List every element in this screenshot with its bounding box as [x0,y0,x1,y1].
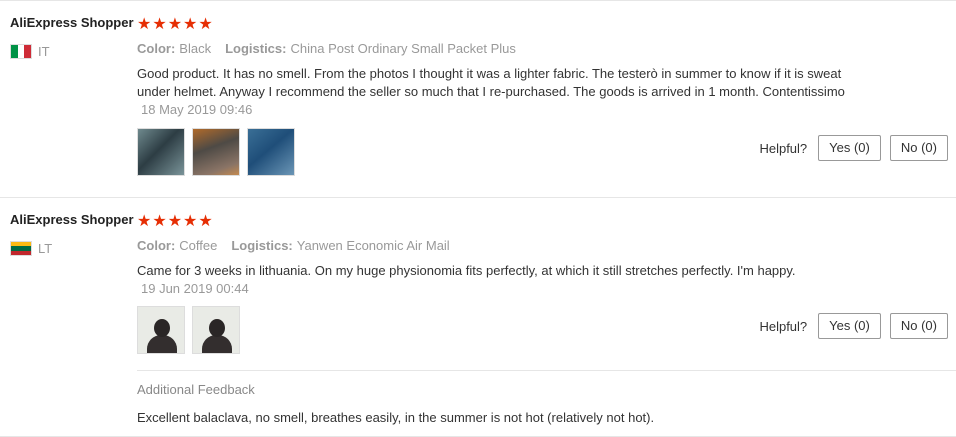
review-date: 19 Jun 2019 00:44 [141,281,249,296]
order-info: Color: Coffee Logistics: Yanwen Economic Ai… [137,238,450,253]
reviewer-country: IT [10,44,135,59]
additional-feedback-title: Additional Feedback [137,382,255,397]
helpful-vote: Helpful? Yes (0) No (0) [759,313,948,339]
star-rating: ★★★★★ [137,213,214,230]
review-date: 18 May 2019 09:46 [141,102,253,117]
review-photo-thumbnail[interactable] [137,128,185,176]
helpful-no-button[interactable]: No (0) [889,313,948,339]
logistics-value: China Post Ordinary Small Packet Plus [290,41,516,56]
reviewer-country: LT [10,241,135,256]
helpful-vote: Helpful? Yes (0) No (0) [759,135,948,161]
reviewer-info: AliExpress Shopper IT [10,15,135,59]
color-value: Black [179,41,212,56]
color-value: Coffee [179,238,218,253]
star-rating: ★★★★★ [137,16,214,33]
review-photo-thumbnail[interactable] [192,306,240,354]
review-item: AliExpress Shopper IT ★★★★★ Color: Black L… [0,0,956,198]
review-content: Came for 3 weeks in lithuania. On my hug… [137,262,857,298]
helpful-label: Helpful? [759,318,808,334]
color-label: Color: [137,41,176,56]
helpful-yes-button[interactable]: Yes (0) [818,313,881,339]
logistics-label: Logistics: [231,238,293,253]
logistics-label: Logistics: [225,41,287,56]
review-text: Good product. It has no smell. From the … [137,66,845,99]
review-photo-thumbnail[interactable] [247,128,295,176]
review-photo-thumbnail[interactable] [137,306,185,354]
logistics-value: Yanwen Economic Air Mail [296,238,450,253]
helpful-no-button[interactable]: No (0) [889,135,948,161]
italy-flag-icon [10,44,32,59]
review-photo-thumbnail[interactable] [192,128,240,176]
country-code: IT [38,44,50,59]
review-content: Good product. It has no smell. From the … [137,65,857,119]
helpful-label: Helpful? [759,140,808,156]
color-label: Color: [137,238,176,253]
divider [137,370,956,371]
helpful-yes-button[interactable]: Yes (0) [818,135,881,161]
order-info: Color: Black Logistics: China Post Ordinary… [137,41,516,56]
country-code: LT [38,241,53,256]
review-item: AliExpress Shopper LT ★★★★★ Color: Coffee… [0,198,956,437]
review-text: Came for 3 weeks in lithuania. On my hug… [137,263,796,278]
review-photos [137,128,295,176]
lithuania-flag-icon [10,241,32,256]
reviewer-name: AliExpress Shopper [10,212,134,227]
reviewer-name: AliExpress Shopper [10,15,134,30]
review-photos [137,306,240,354]
additional-feedback-text: Excellent balaclava, no smell, breathes … [137,410,655,425]
reviewer-info: AliExpress Shopper LT [10,212,135,256]
